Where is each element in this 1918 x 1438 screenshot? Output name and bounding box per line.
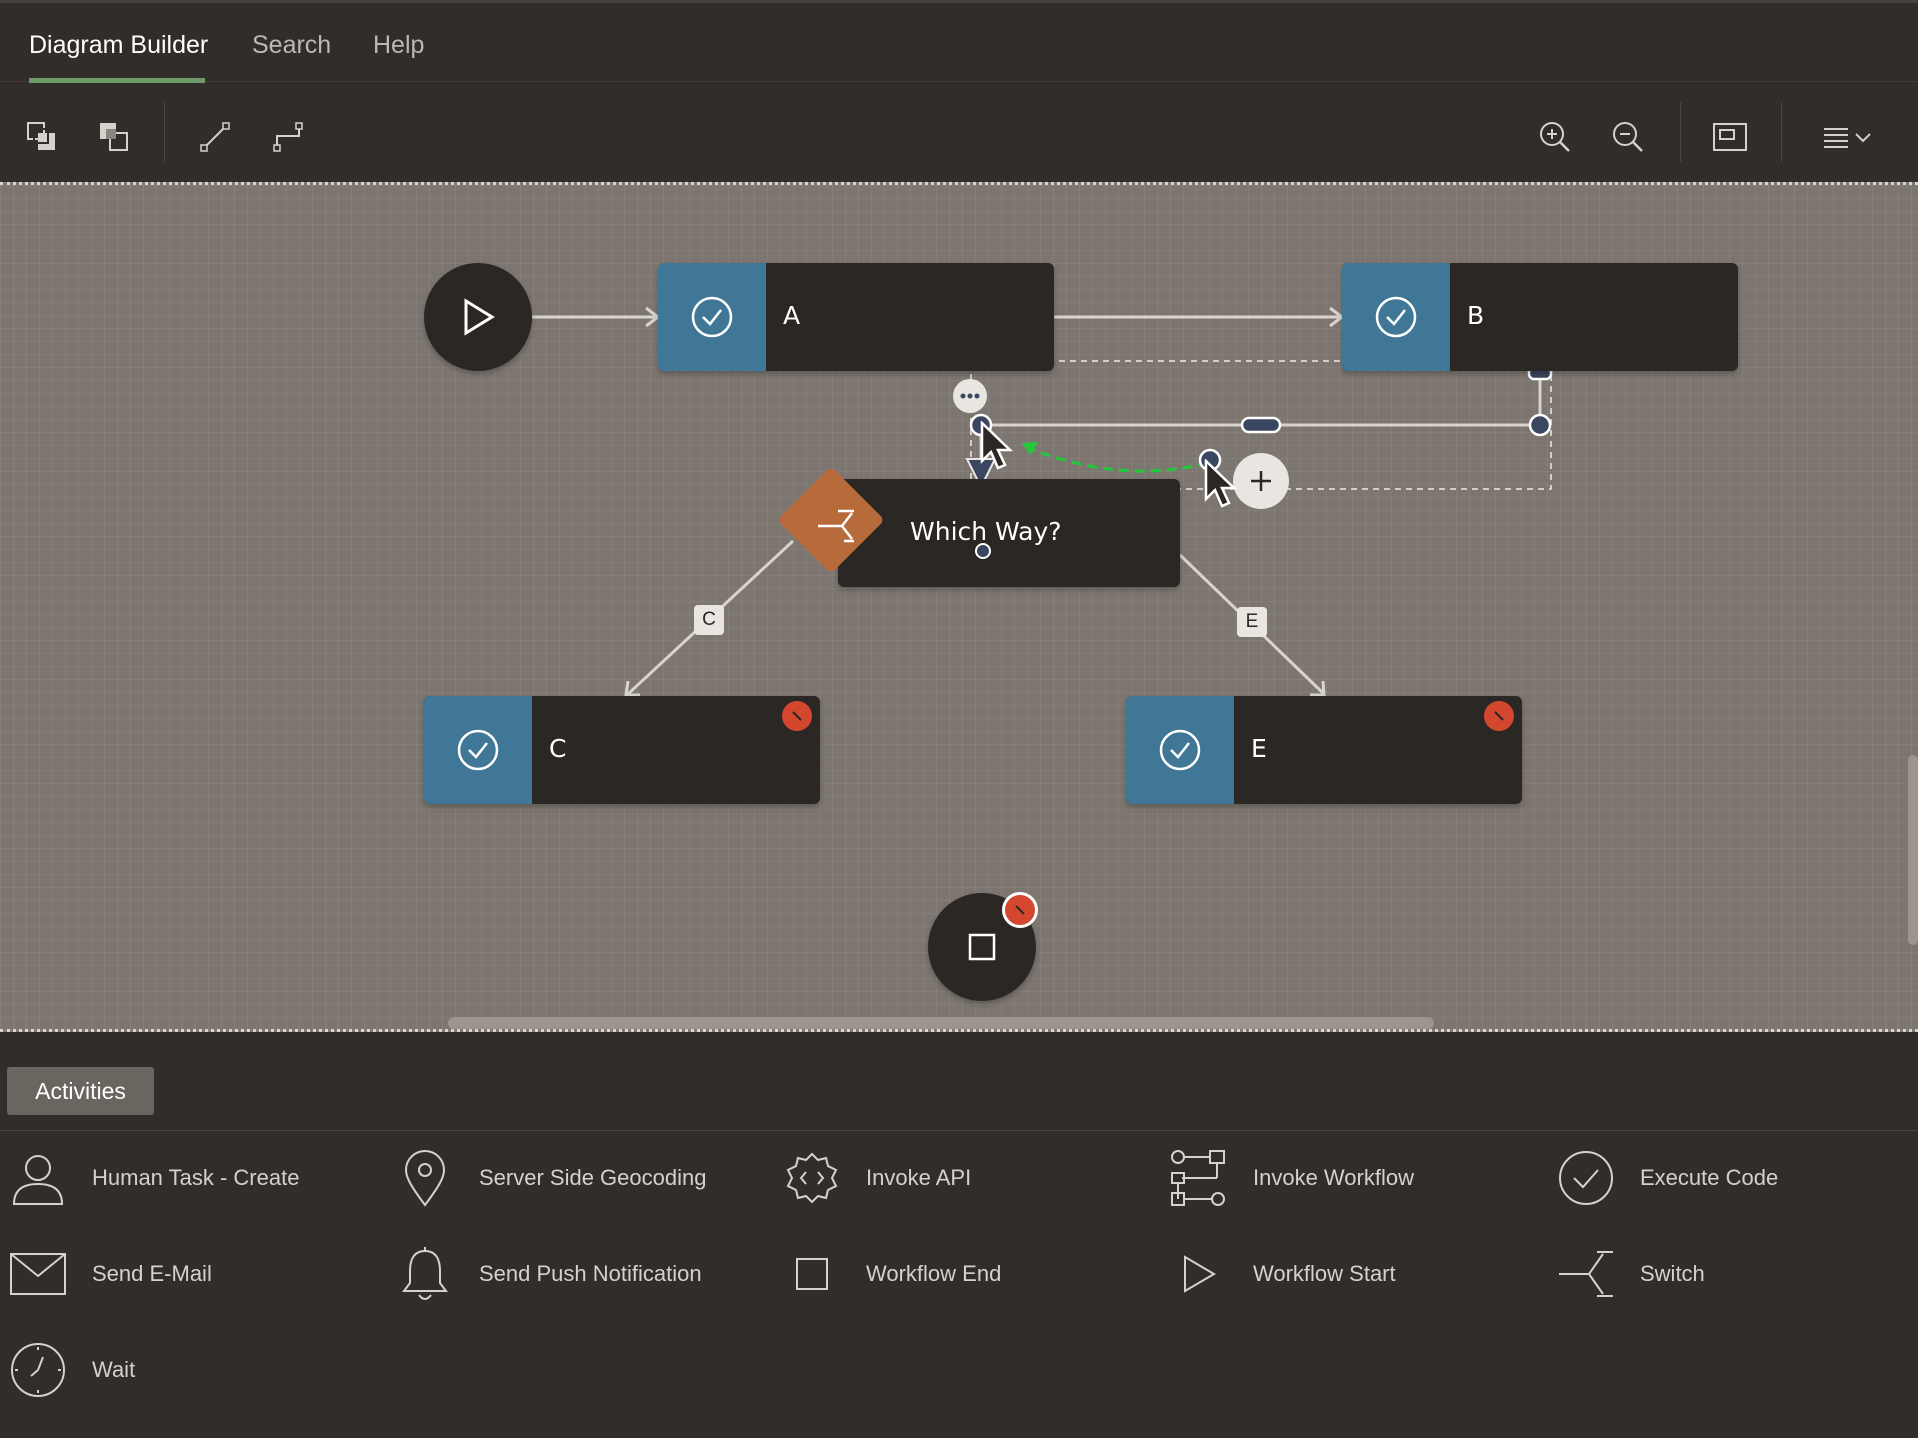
activity-node-a[interactable]: A bbox=[658, 263, 1054, 371]
check-circle-icon bbox=[658, 263, 766, 371]
arrange-front-icon[interactable] bbox=[89, 112, 139, 162]
divider bbox=[0, 1130, 1918, 1131]
activity-node-c[interactable]: C bbox=[424, 696, 820, 804]
zoom-in-icon[interactable] bbox=[1530, 112, 1580, 162]
node-label: C bbox=[549, 734, 567, 763]
tab-diagram-builder[interactable]: Diagram Builder bbox=[29, 31, 208, 60]
activity-workflow-end[interactable]: Workflow End bbox=[782, 1244, 1001, 1304]
activity-invoke-workflow[interactable]: Invoke Workflow bbox=[1169, 1148, 1414, 1208]
check-circle-icon bbox=[1126, 696, 1234, 804]
edge-handle bbox=[1528, 413, 1552, 437]
activity-execute-code[interactable]: Execute Code bbox=[1556, 1148, 1778, 1208]
cursor-icon bbox=[980, 421, 1014, 470]
check-circle-icon bbox=[1556, 1148, 1616, 1208]
cursor-icon bbox=[1204, 459, 1238, 508]
diagram-canvas[interactable]: A B Which Way? C E C E bbox=[0, 182, 1918, 1032]
straight-connector-icon[interactable] bbox=[190, 112, 240, 162]
switch-icon bbox=[1556, 1244, 1616, 1304]
add-icon[interactable] bbox=[1233, 453, 1289, 509]
more-options-icon[interactable] bbox=[953, 379, 987, 413]
workflow-icon bbox=[1169, 1148, 1229, 1208]
selected-edge bbox=[981, 367, 1542, 427]
activity-node-e[interactable]: E bbox=[1126, 696, 1522, 804]
toolbar-separator bbox=[1781, 102, 1782, 162]
toolbar-separator bbox=[164, 102, 165, 162]
activities-panel: Activities Human Task - Create Server Si… bbox=[0, 1032, 1918, 1438]
toolbar bbox=[0, 82, 1918, 182]
bell-icon bbox=[395, 1244, 455, 1304]
error-icon[interactable] bbox=[782, 701, 812, 731]
vertical-scrollbar[interactable] bbox=[1908, 755, 1918, 945]
zoom-out-icon[interactable] bbox=[1603, 112, 1653, 162]
connection-port[interactable] bbox=[975, 543, 991, 559]
node-label: B bbox=[1467, 301, 1485, 330]
node-label: Which Way? bbox=[910, 517, 1062, 546]
switch-icon bbox=[818, 509, 854, 543]
arrange-back-icon[interactable] bbox=[17, 112, 67, 162]
activity-human-task-create[interactable]: Human Task - Create bbox=[8, 1148, 299, 1208]
error-icon[interactable] bbox=[1484, 701, 1514, 731]
edge-label-e[interactable]: E bbox=[1237, 607, 1267, 637]
activity-send-push-notification[interactable]: Send Push Notification bbox=[395, 1244, 702, 1304]
square-icon bbox=[782, 1244, 842, 1304]
map-pin-icon bbox=[395, 1148, 455, 1208]
check-circle-icon bbox=[424, 696, 532, 804]
edge-midpoint-handle bbox=[1240, 416, 1282, 434]
activity-wait[interactable]: Wait bbox=[8, 1340, 135, 1400]
play-icon bbox=[1169, 1244, 1229, 1304]
edge-label-c[interactable]: C bbox=[694, 605, 724, 635]
switch-node[interactable]: Which Way? bbox=[838, 479, 1180, 587]
tab-help[interactable]: Help bbox=[373, 31, 424, 60]
menu-icon[interactable] bbox=[1818, 112, 1878, 162]
activity-send-email[interactable]: Send E-Mail bbox=[8, 1244, 212, 1304]
workflow-start-node[interactable] bbox=[424, 263, 532, 371]
node-label: A bbox=[783, 301, 801, 330]
activity-server-side-geocoding[interactable]: Server Side Geocoding bbox=[395, 1148, 706, 1208]
activity-node-b[interactable]: B bbox=[1342, 263, 1738, 371]
activity-switch[interactable]: Switch bbox=[1556, 1244, 1705, 1304]
square-icon bbox=[968, 933, 996, 961]
horizontal-scrollbar[interactable] bbox=[448, 1017, 1434, 1029]
envelope-icon bbox=[8, 1244, 68, 1304]
check-circle-icon bbox=[1342, 263, 1450, 371]
top-navigation: Diagram Builder Search Help bbox=[0, 0, 1918, 83]
tab-activities[interactable]: Activities bbox=[7, 1067, 154, 1115]
clock-icon bbox=[8, 1340, 68, 1400]
gear-code-icon bbox=[782, 1148, 842, 1208]
person-icon bbox=[8, 1148, 68, 1208]
error-icon[interactable] bbox=[1002, 892, 1038, 928]
fit-to-screen-icon[interactable] bbox=[1705, 112, 1755, 162]
activity-workflow-start[interactable]: Workflow Start bbox=[1169, 1244, 1396, 1304]
toolbar-separator bbox=[1680, 102, 1681, 162]
tab-search[interactable]: Search bbox=[252, 31, 331, 60]
node-label: E bbox=[1251, 734, 1267, 763]
play-icon bbox=[464, 298, 495, 336]
elbow-connector-icon[interactable] bbox=[263, 112, 313, 162]
activity-invoke-api[interactable]: Invoke API bbox=[782, 1148, 971, 1208]
drag-preview-line bbox=[1025, 445, 1209, 473]
